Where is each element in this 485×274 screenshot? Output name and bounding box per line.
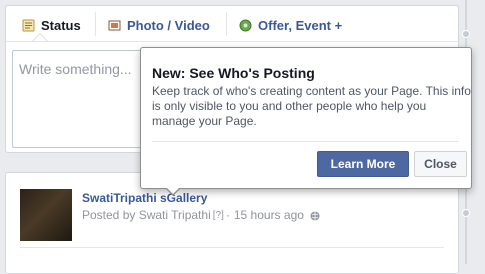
meta-separator: ·: [225, 208, 230, 222]
help-badge[interactable]: [?]: [213, 210, 224, 221]
tab-divider: [95, 12, 96, 36]
status-icon: [22, 19, 35, 32]
tab-status[interactable]: Status: [22, 16, 81, 34]
popover-body: Keep track of who's creating content as …: [152, 84, 471, 128]
popover-title: New: See Who's Posting: [152, 65, 315, 81]
divider: [20, 247, 444, 248]
learn-more-button[interactable]: Learn More: [317, 151, 409, 177]
post-meta: Posted by Swati Tripathi [?] · 15 hours …: [82, 208, 320, 222]
tab-photo-video[interactable]: Photo / Video: [108, 16, 210, 34]
tab-offer-event[interactable]: Offer, Event +: [239, 16, 342, 34]
tab-status-label: Status: [41, 17, 81, 33]
photo-icon: [108, 19, 121, 32]
status-placeholder: Write something...: [19, 61, 132, 77]
feature-popover: New: See Who's Posting Keep track of who…: [140, 47, 472, 196]
timeline-dot: [462, 209, 470, 217]
tab-offer-event-label: Offer, Event +: [258, 17, 343, 33]
active-tab-caret: [32, 33, 48, 41]
offer-icon: [239, 19, 252, 32]
timeline-dot: [462, 30, 470, 38]
globe-icon[interactable]: [310, 210, 320, 221]
post-timestamp[interactable]: 15 hours ago: [234, 208, 304, 222]
avatar[interactable]: [20, 189, 72, 241]
post-author-link[interactable]: SwatiTripathi sGallery: [82, 191, 207, 205]
tab-divider: [226, 12, 227, 36]
divider: [152, 141, 459, 142]
close-button[interactable]: Close: [414, 151, 467, 177]
composer-tabs: Status Photo / Video Offer, Event +: [6, 6, 458, 42]
popover-caret: [165, 187, 181, 196]
tab-photo-video-label: Photo / Video: [127, 17, 210, 33]
posted-by-text: Posted by Swati Tripathi: [82, 208, 211, 222]
